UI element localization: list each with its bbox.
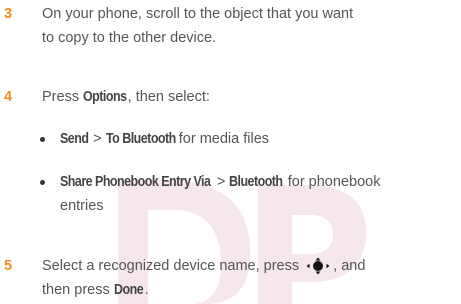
menu-send: Send — [60, 131, 89, 147]
step-3: 3 On your phone, scroll to the object th… — [4, 4, 454, 46]
key-options: Options — [83, 89, 127, 105]
bullet-send-bluetooth: Send > To Bluetooth for media files — [0, 129, 461, 149]
step-number: 4 — [4, 89, 13, 105]
menu-to-bluetooth: To Bluetooth — [105, 131, 176, 147]
bullet-dot — [40, 137, 45, 142]
menu-share-phonebook-entry-via: Share Phonebook Entry Via — [60, 174, 211, 190]
step-number: 3 — [4, 6, 13, 22]
step-text: Select a recognized device name, press ,… — [42, 257, 366, 275]
step-5: 5 Select a recognized device name, press… — [4, 256, 454, 300]
manual-page: 3 On your phone, scroll to the object th… — [0, 0, 461, 304]
step-text: On your phone, scroll to the object that… — [42, 6, 354, 22]
step-text: Press Options, then select: — [42, 89, 210, 105]
key-done: Done — [113, 282, 144, 298]
step-4: 4 Press Options, then select: — [4, 87, 454, 107]
step-number: 5 — [4, 258, 13, 274]
menu-bluetooth: Bluetooth — [229, 174, 283, 190]
bullet-text: Share Phonebook Entry Via > Bluetooth fo… — [60, 174, 381, 190]
bullet-share-phonebook: Share Phonebook Entry Via > Bluetooth fo… — [0, 172, 461, 216]
bullet-text: Send > To Bluetooth for media files — [60, 131, 270, 147]
step-text-continued: then press Done. — [42, 282, 149, 298]
step-text-continued: to copy to the other device. — [42, 30, 217, 46]
bullet-dot — [40, 180, 45, 185]
nav-key-center-icon — [306, 257, 330, 275]
bullet-text-continued: entries — [60, 198, 104, 214]
